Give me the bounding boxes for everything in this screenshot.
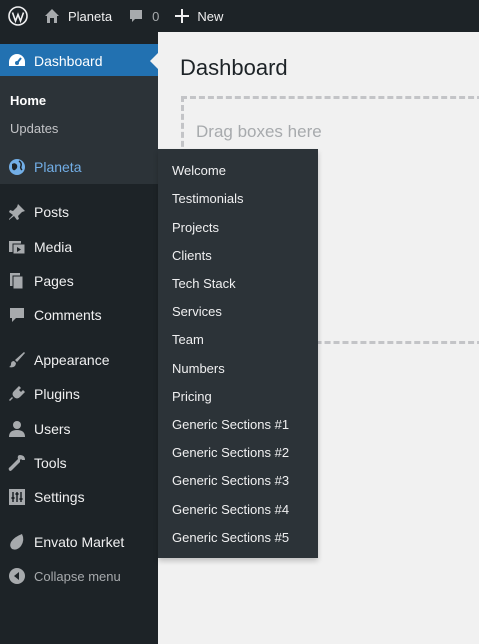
menu-plugins[interactable]: Plugins — [0, 377, 158, 411]
comments-link[interactable]: 0 — [120, 0, 167, 32]
media-icon — [0, 238, 34, 256]
menu-media-label: Media — [34, 239, 73, 255]
comment-icon — [0, 306, 34, 324]
menu-pages[interactable]: Pages — [0, 264, 158, 298]
menu-posts-label: Posts — [34, 204, 70, 220]
menu-envato-label: Envato Market — [34, 534, 125, 550]
comment-bubble-icon — [128, 8, 144, 24]
flyout-item-generic-1[interactable]: Generic Sections #1 — [172, 417, 289, 432]
menu-envato-market[interactable]: Envato Market — [0, 525, 158, 559]
menu-dashboard-label: Dashboard — [34, 53, 103, 69]
collapse-arrow-icon — [0, 567, 34, 585]
flyout-item-numbers[interactable]: Numbers — [172, 361, 225, 376]
plug-icon — [0, 385, 34, 403]
settings-sliders-icon — [0, 488, 34, 506]
menu-settings[interactable]: Settings — [0, 480, 158, 514]
menu-pages-label: Pages — [34, 273, 74, 289]
menu-tools-label: Tools — [34, 455, 67, 471]
flyout-item-clients[interactable]: Clients — [172, 248, 212, 263]
page-title: Dashboard — [180, 55, 288, 80]
flyout-item-welcome[interactable]: Welcome — [172, 163, 226, 178]
flyout-item-generic-5[interactable]: Generic Sections #5 — [172, 530, 289, 545]
planeta-flyout-submenu: Welcome Testimonials Projects Clients Te… — [158, 149, 318, 558]
menu-users[interactable]: Users — [0, 412, 158, 446]
menu-comments[interactable]: Comments — [0, 298, 158, 332]
new-content-link[interactable]: New — [167, 0, 231, 32]
menu-plugins-label: Plugins — [34, 386, 80, 402]
flyout-item-services[interactable]: Services — [172, 304, 222, 319]
collapse-menu-button[interactable]: Collapse menu — [0, 559, 158, 593]
menu-planeta-label: Planeta — [34, 159, 82, 175]
menu-appearance[interactable]: Appearance — [0, 343, 158, 377]
paintbrush-icon — [0, 351, 34, 369]
flyout-item-team[interactable]: Team — [172, 332, 204, 347]
site-name: Planeta — [68, 8, 113, 24]
drop-zone-text: Drag boxes here — [196, 122, 322, 141]
plus-icon — [175, 9, 190, 23]
wordpress-logo-icon[interactable] — [0, 0, 36, 32]
pushpin-icon — [0, 203, 34, 221]
flyout-item-generic-2[interactable]: Generic Sections #2 — [172, 445, 289, 460]
menu-planeta[interactable]: Planeta — [0, 150, 158, 184]
menu-tools[interactable]: Tools — [0, 446, 158, 480]
envato-leaf-icon — [0, 533, 34, 551]
comments-count: 0 — [152, 8, 160, 24]
globe-icon — [0, 158, 34, 176]
dashboard-gauge-icon — [0, 52, 34, 70]
menu-settings-label: Settings — [34, 489, 85, 505]
menu-appearance-label: Appearance — [34, 352, 110, 368]
collapse-menu-label: Collapse menu — [34, 568, 121, 584]
submenu-home[interactable]: Home — [10, 93, 46, 108]
flyout-item-projects[interactable]: Projects — [172, 220, 219, 235]
admin-sidebar: Dashboard Home Updates Planeta Posts Med… — [0, 32, 158, 644]
flyout-item-generic-4[interactable]: Generic Sections #4 — [172, 502, 289, 517]
menu-users-label: Users — [34, 421, 71, 437]
pages-icon — [0, 272, 34, 290]
menu-posts[interactable]: Posts — [0, 195, 158, 229]
flyout-item-tech-stack[interactable]: Tech Stack — [172, 276, 236, 291]
flyout-item-pricing[interactable]: Pricing — [172, 389, 212, 404]
home-icon — [44, 8, 60, 24]
flyout-item-generic-3[interactable]: Generic Sections #3 — [172, 473, 289, 488]
menu-dashboard[interactable]: Dashboard — [0, 44, 158, 78]
user-icon — [0, 420, 34, 438]
submenu-updates[interactable]: Updates — [10, 121, 58, 136]
admin-bar: Planeta 0 New — [0, 0, 479, 32]
site-name-link[interactable]: Planeta — [36, 0, 120, 32]
new-label: New — [197, 8, 224, 24]
menu-media[interactable]: Media — [0, 230, 158, 264]
wrench-icon — [0, 454, 34, 472]
dashboard-submenu — [0, 76, 158, 150]
menu-comments-label: Comments — [34, 307, 102, 323]
flyout-item-testimonials[interactable]: Testimonials — [172, 191, 244, 206]
